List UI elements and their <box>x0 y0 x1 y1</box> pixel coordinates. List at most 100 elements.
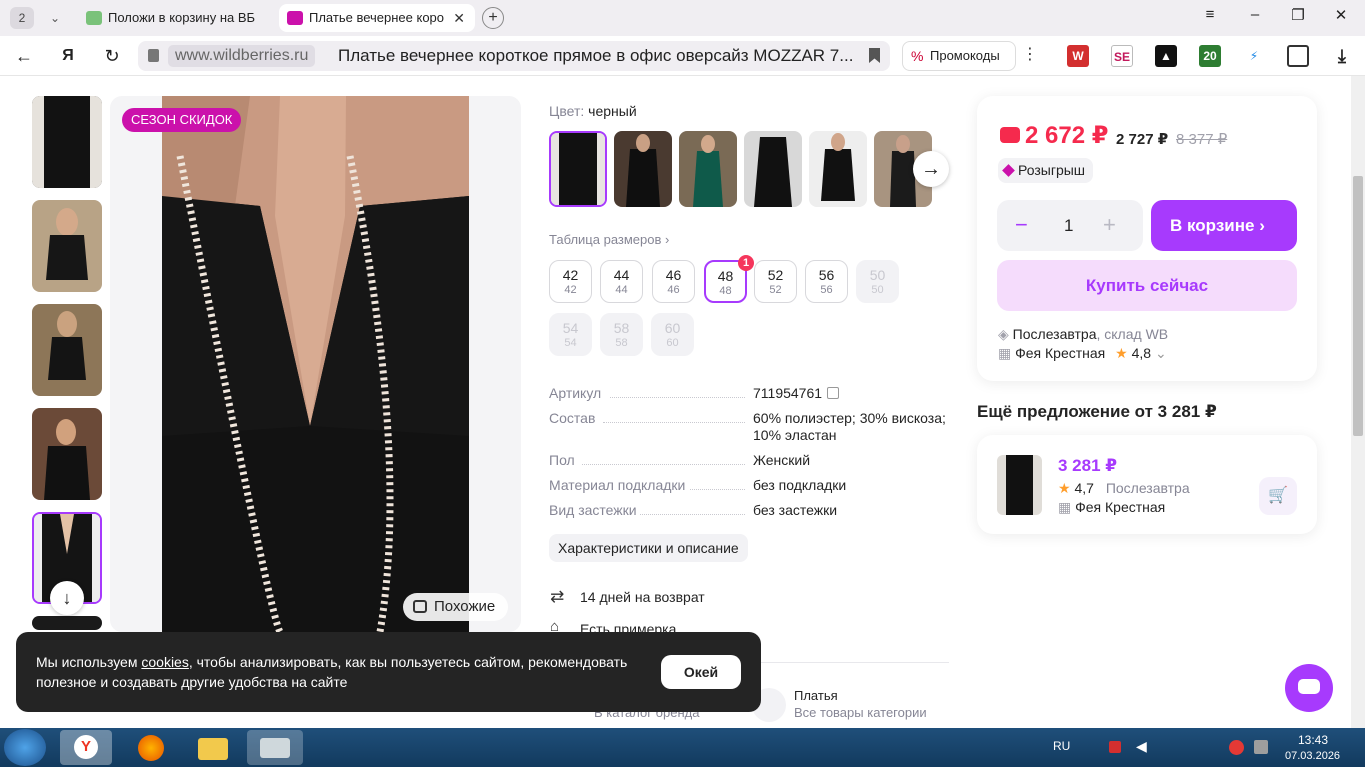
price-wb: 2 727 ₽ <box>1116 131 1169 148</box>
extensions-icon[interactable] <box>1287 45 1309 67</box>
main-photo[interactable] <box>110 96 521 632</box>
restore-icon[interactable]: ❐ <box>1283 6 1313 24</box>
menu-icon[interactable]: ≡ <box>1195 6 1225 23</box>
ext-counter-icon[interactable]: 20 <box>1199 45 1221 67</box>
size-option[interactable]: 42 42 <box>549 260 592 303</box>
spec-label: Вид застежки <box>549 502 637 518</box>
delivery-line: ◈ Послезавтра, склад WB <box>998 326 1168 343</box>
color-option[interactable] <box>744 131 802 207</box>
clock-time[interactable]: 13:43 <box>1298 733 1328 747</box>
tab-title: Положи в корзину на ВБ <box>108 10 256 25</box>
chevron-down-icon[interactable]: ⌄ <box>44 8 66 28</box>
reload-icon[interactable]: ↻ <box>100 45 124 67</box>
page-scrollbar[interactable] <box>1351 76 1365 728</box>
url-field[interactable]: www.wildberries.ru Платье вечернее корот… <box>138 41 890 71</box>
promo-codes-button[interactable]: % Промокоды <box>902 41 1016 71</box>
size-ru: 60 <box>666 337 679 349</box>
size-option-unavailable[interactable]: 50 50 <box>856 260 899 303</box>
spec-row: Пол <box>549 452 575 468</box>
copy-icon[interactable] <box>827 387 839 399</box>
scrollbar-thumb[interactable] <box>1353 176 1363 436</box>
ext-dark-icon[interactable]: ▲ <box>1155 45 1177 67</box>
size-ru: 46 <box>667 284 680 296</box>
ext-w-icon[interactable]: W <box>1067 45 1089 67</box>
taskbar-explorer[interactable] <box>186 730 238 765</box>
spec-value-cont: 10% эластан <box>753 427 837 443</box>
clock-date[interactable]: 07.03.2026 <box>1285 750 1340 762</box>
taskbar-keyboard-app[interactable] <box>247 730 303 765</box>
other-offer-price: 3 281 ₽ <box>1058 456 1118 475</box>
page-title: Платье вечернее короткое прямое в офис о… <box>338 46 854 65</box>
color-option[interactable] <box>614 131 672 207</box>
network-icon[interactable] <box>1254 740 1268 754</box>
spec-row: Вид застежки <box>549 502 637 518</box>
minus-icon[interactable]: − <box>1015 212 1028 238</box>
spec-dots <box>603 422 745 423</box>
spec-value: 711954761 <box>753 385 823 401</box>
size-option[interactable]: 44 44 <box>600 260 643 303</box>
tray-flag-icon[interactable] <box>1109 741 1121 753</box>
raffle-badge[interactable]: Розыгрыш <box>998 158 1094 183</box>
tray-yandex-icon[interactable] <box>1229 740 1244 755</box>
gallery-thumb[interactable] <box>32 304 102 396</box>
add-to-cart-icon[interactable]: 🛒 <box>1259 477 1297 515</box>
cookie-ok-button[interactable]: Окей <box>661 655 741 689</box>
quantity-value[interactable]: 1 <box>1064 213 1073 239</box>
start-button[interactable] <box>4 729 46 766</box>
language-indicator[interactable]: RU <box>1053 739 1070 753</box>
close-tab-icon[interactable]: ✕ <box>453 4 465 32</box>
seller-name: Фея Крестная <box>1015 345 1106 361</box>
chat-button[interactable] <box>1285 664 1333 712</box>
season-sale-badge: СЕЗОН СКИДОК <box>122 108 242 132</box>
tab-cart[interactable]: Положи в корзину на ВБ <box>78 4 273 32</box>
size-value: 46 <box>665 267 682 283</box>
size-option[interactable]: 56 56 <box>805 260 848 303</box>
colors-next-arrow-icon[interactable]: → <box>913 151 949 187</box>
taskbar-firefox[interactable] <box>124 730 176 765</box>
volume-icon[interactable]: ◀ <box>1136 738 1147 755</box>
lightning-icon[interactable]: ⚡ <box>1243 45 1265 67</box>
yandex-icon[interactable]: Я <box>56 45 80 67</box>
seller-line[interactable]: ▦ Фея Крестная ★ 4,8 ⌄ <box>998 345 1167 362</box>
similar-button[interactable]: Похожие <box>403 593 508 621</box>
browser-tab-bar: 2 ⌄ Положи в корзину на ВБ Платье вечерн… <box>0 0 1365 36</box>
diamond-icon <box>1002 164 1015 177</box>
taskbar-yandex-browser[interactable]: Y <box>60 730 112 765</box>
thumbs-down-arrow-icon[interactable]: ↓ <box>50 581 84 615</box>
size-table-link[interactable]: Таблица размеров › <box>549 232 669 247</box>
plus-icon[interactable]: + <box>1103 212 1116 238</box>
size-option-unavailable[interactable]: 60 60 <box>651 313 694 356</box>
category-title[interactable]: Платья <box>794 688 838 703</box>
back-icon[interactable]: ← <box>12 45 36 67</box>
size-option[interactable]: 52 52 <box>754 260 797 303</box>
details-button[interactable]: Характеристики и описание <box>549 534 748 562</box>
gallery-thumb[interactable] <box>32 96 102 188</box>
size-value: 50 <box>869 267 886 283</box>
download-icon[interactable]: ⤓ <box>1331 45 1353 67</box>
color-option[interactable] <box>809 131 867 207</box>
gallery-thumb[interactable] <box>32 408 102 500</box>
close-window-icon[interactable]: ✕ <box>1326 6 1356 24</box>
spec-row: Состав <box>549 410 595 426</box>
size-option-unavailable[interactable]: 54 54 <box>549 313 592 356</box>
size-option[interactable]: 46 46 <box>652 260 695 303</box>
cookie-link[interactable]: cookies <box>141 654 188 670</box>
chevron-right-icon: › <box>665 232 670 247</box>
other-offer-thumb[interactable] <box>997 455 1042 515</box>
in-cart-button[interactable]: В корзине › <box>1151 200 1297 251</box>
tab-product[interactable]: Платье вечернее коро ✕ <box>279 4 475 32</box>
new-tab-button[interactable]: + <box>482 7 504 29</box>
quantity-stepper: − 1 + <box>997 200 1143 251</box>
color-option[interactable] <box>679 131 737 207</box>
minimize-icon[interactable]: – <box>1240 6 1270 23</box>
color-option-selected[interactable] <box>549 131 607 207</box>
tab-count-button[interactable]: 2 <box>10 7 34 29</box>
spec-dots <box>610 397 745 398</box>
buy-now-button[interactable]: Купить сейчас <box>997 260 1297 311</box>
bookmark-icon[interactable] <box>869 48 880 63</box>
ext-se-icon[interactable]: SE <box>1111 45 1133 67</box>
gallery-thumb[interactable] <box>32 200 102 292</box>
more-icon[interactable]: ⋮ <box>1022 44 1038 64</box>
gallery-thumb[interactable] <box>32 616 102 630</box>
size-option-unavailable[interactable]: 58 58 <box>600 313 643 356</box>
